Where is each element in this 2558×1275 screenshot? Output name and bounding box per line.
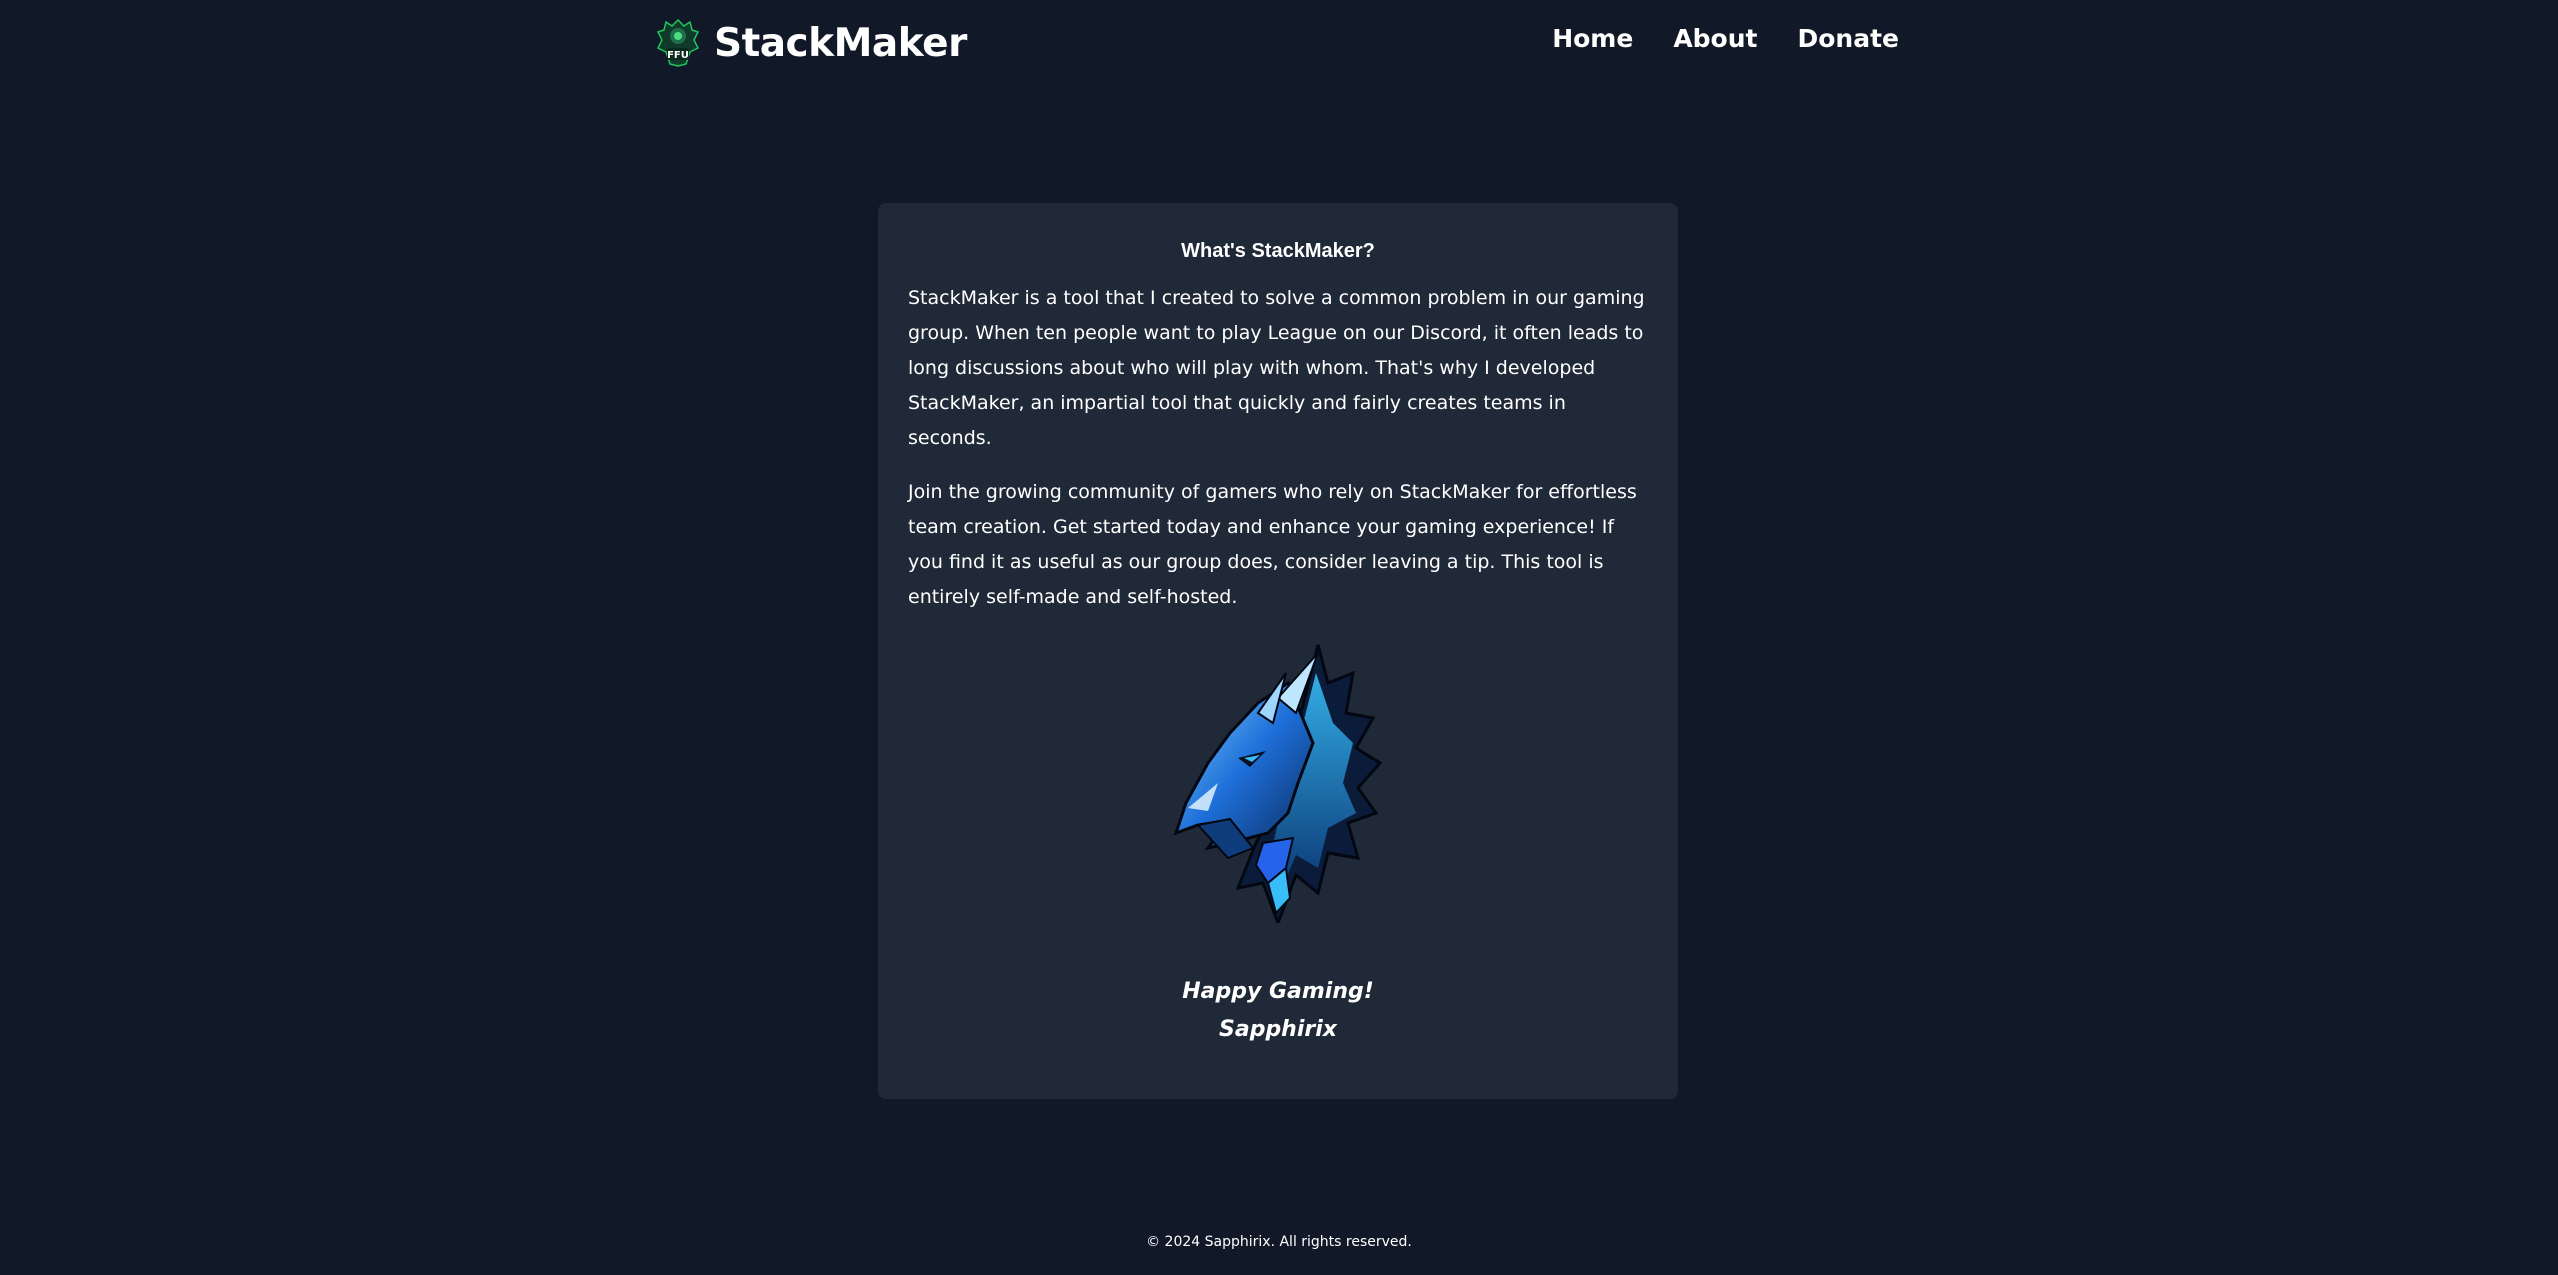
signoff: Happy Gaming! Sapphirix	[878, 973, 1678, 1049]
nav-about-link[interactable]: About	[1673, 24, 1757, 53]
navbar: FFU StackMaker Home About Donate	[0, 0, 2558, 86]
dragon-image-container	[878, 643, 1678, 923]
brand-name: StackMaker	[714, 20, 967, 66]
card-title: What's StackMaker?	[1181, 240, 1375, 262]
about-card: What's StackMaker? StackMaker is a tool …	[878, 203, 1678, 1099]
community-paragraph: Join the growing community of gamers who…	[908, 481, 1637, 608]
main-nav: Home About Donate	[1552, 24, 1899, 53]
nav-donate-link[interactable]: Donate	[1797, 24, 1899, 53]
signoff-author: Sapphirix	[1219, 1017, 1337, 1042]
intro-paragraph: StackMaker is a tool that I created to s…	[908, 287, 1645, 449]
signoff-greeting: Happy Gaming!	[1182, 979, 1374, 1004]
footer: © 2024 Sapphirix. All rights reserved.	[0, 1234, 2558, 1250]
nav-home-link[interactable]: Home	[1552, 24, 1633, 53]
blue-dragon-icon	[1173, 644, 1383, 923]
copyright-text: © 2024 Sapphirix. All rights reserved.	[1146, 1234, 1412, 1250]
ffu-shield-logo-icon: FFU	[656, 18, 700, 67]
svg-text:FFU: FFU	[667, 50, 689, 61]
brand-link[interactable]: FFU StackMaker	[656, 16, 967, 70]
